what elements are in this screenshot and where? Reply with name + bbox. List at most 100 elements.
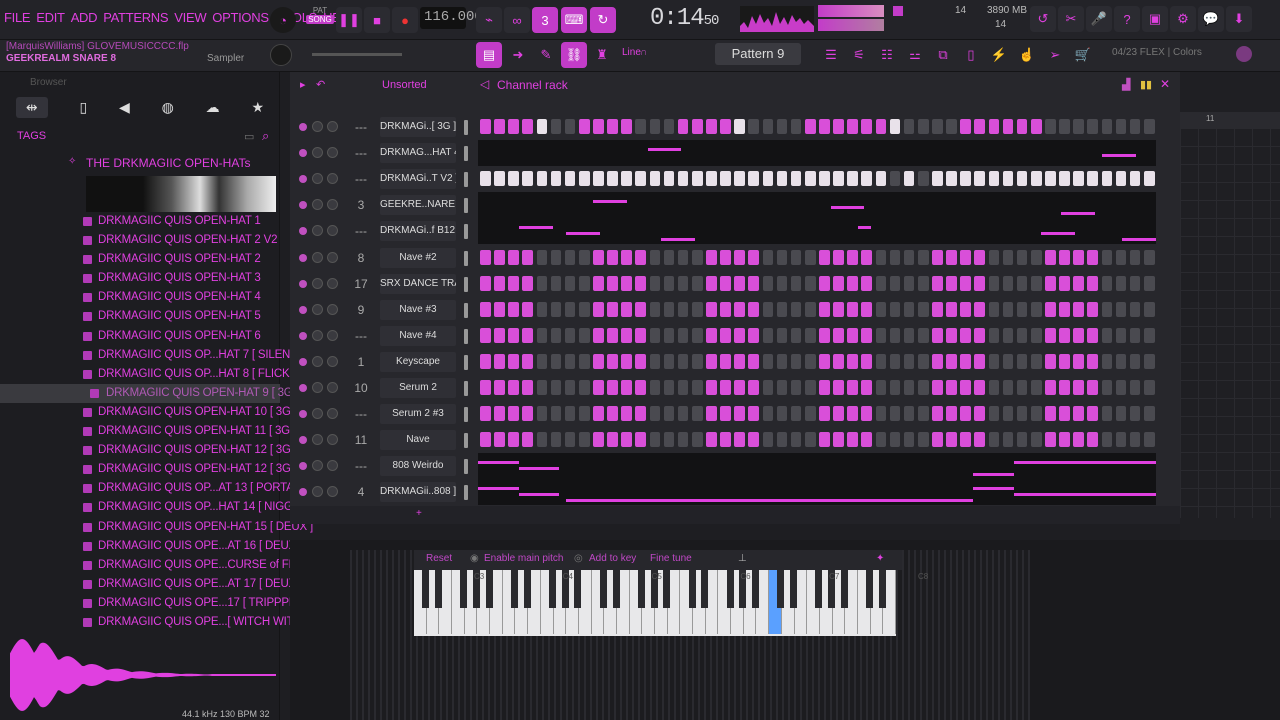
enable-main-pitch[interactable]: Enable main pitch xyxy=(484,553,564,564)
step-button[interactable] xyxy=(508,380,519,395)
step-button[interactable] xyxy=(819,171,830,187)
volume-knob[interactable] xyxy=(327,486,338,498)
black-key[interactable] xyxy=(511,570,519,608)
step-button[interactable] xyxy=(974,432,985,448)
channel-name-button[interactable]: DRKMAGi..f B12 ] xyxy=(380,221,456,242)
step-button[interactable] xyxy=(508,171,519,187)
step-button[interactable] xyxy=(1016,380,1028,395)
microphone-icon[interactable]: 🎤 xyxy=(1086,6,1112,32)
step-button[interactable] xyxy=(1101,249,1113,265)
step-button[interactable] xyxy=(1016,327,1028,343)
step-button[interactable] xyxy=(550,171,562,187)
step-button[interactable] xyxy=(578,353,590,369)
step-button[interactable] xyxy=(649,406,661,422)
step-button[interactable] xyxy=(578,249,590,265)
step-button[interactable] xyxy=(988,171,1000,187)
browser-file-item[interactable]: DRKMAGIIC QUIS OPEN-HAT 11 [ 3G V3 ] xyxy=(80,422,313,441)
step-button[interactable] xyxy=(635,406,646,422)
step-button[interactable] xyxy=(522,301,533,317)
mixer-track[interactable]: 4 xyxy=(348,479,374,505)
settings-icon[interactable]: ⚙ xyxy=(1170,6,1196,32)
step-button[interactable] xyxy=(762,327,774,343)
step-button[interactable] xyxy=(960,327,971,343)
step-button[interactable] xyxy=(607,353,618,369)
download-icon[interactable]: ⬇ xyxy=(1226,6,1252,32)
step-button[interactable] xyxy=(734,327,745,343)
step-button[interactable] xyxy=(932,327,943,343)
step-button[interactable] xyxy=(593,353,604,369)
channel-select[interactable] xyxy=(464,302,468,318)
step-button[interactable] xyxy=(1016,249,1028,265)
step-button[interactable] xyxy=(946,353,957,369)
browser-file-item[interactable]: DRKMAGIIC QUIS OPEN-HAT 1 xyxy=(80,212,280,231)
step-button[interactable] xyxy=(946,301,957,317)
step-button[interactable] xyxy=(494,432,505,448)
step-button[interactable] xyxy=(762,249,774,265)
black-key[interactable] xyxy=(701,570,709,608)
step-button[interactable] xyxy=(508,119,519,134)
mixer-icon[interactable]: ☷ xyxy=(874,42,900,68)
step-button[interactable] xyxy=(776,406,788,422)
step-button[interactable] xyxy=(1115,406,1127,422)
step-button[interactable] xyxy=(1129,275,1141,291)
step-button[interactable] xyxy=(677,432,689,448)
step-button[interactable] xyxy=(494,380,505,395)
step-button[interactable] xyxy=(748,432,759,448)
channel-led[interactable] xyxy=(299,305,307,314)
step-button[interactable] xyxy=(691,301,703,317)
channel-select[interactable] xyxy=(464,407,468,423)
file-icon[interactable]: ▯ xyxy=(958,42,984,68)
step-edit-icon[interactable]: ⌨ xyxy=(561,7,587,33)
step-button[interactable] xyxy=(1087,353,1098,369)
mini-piano-roll[interactable] xyxy=(478,479,1156,506)
step-button[interactable] xyxy=(819,301,830,317)
close-icon[interactable]: ✕ xyxy=(1160,77,1170,91)
step-button[interactable] xyxy=(564,380,576,395)
volume-knob[interactable] xyxy=(327,147,338,159)
step-button[interactable] xyxy=(804,171,816,187)
step-button[interactable] xyxy=(974,275,985,291)
tempo-display[interactable]: 116.000 xyxy=(420,7,483,29)
step-button[interactable] xyxy=(734,432,745,448)
step-button[interactable] xyxy=(974,301,985,317)
step-button[interactable] xyxy=(1087,301,1098,317)
black-key[interactable] xyxy=(574,570,582,608)
step-button[interactable] xyxy=(706,119,717,134)
channel-name-button[interactable]: DRKMAG...HAT 4 xyxy=(380,143,456,164)
step-button[interactable] xyxy=(663,327,675,343)
pan-knob[interactable] xyxy=(312,486,323,498)
step-button[interactable] xyxy=(833,301,844,317)
step-button[interactable] xyxy=(861,301,872,317)
step-button[interactable] xyxy=(946,327,957,343)
step-button[interactable] xyxy=(903,327,915,343)
mixer-track[interactable]: --- xyxy=(348,166,374,192)
step-button[interactable] xyxy=(1059,275,1070,291)
snap-selector[interactable]: Line xyxy=(622,47,641,58)
browser-file-item[interactable]: DRKMAGIIC QUIS OPEN-HAT 10 [ 3G V2 ] xyxy=(80,403,314,422)
step-button[interactable] xyxy=(607,275,618,291)
step-button[interactable] xyxy=(663,119,675,134)
volume-knob[interactable] xyxy=(327,303,338,315)
step-button[interactable] xyxy=(1129,119,1141,134)
step-button[interactable] xyxy=(974,353,985,369)
step-button[interactable] xyxy=(635,432,646,448)
step-button[interactable] xyxy=(988,353,1000,369)
step-button[interactable] xyxy=(1045,380,1056,395)
step-button[interactable] xyxy=(790,249,802,265)
step-button[interactable] xyxy=(819,406,830,422)
step-button[interactable] xyxy=(480,380,491,395)
browser-file-item[interactable]: DRKMAGIIC QUIS OPEN-HAT 12 [ 3G V5 ] xyxy=(80,460,314,479)
step-button[interactable] xyxy=(917,171,929,187)
faders-icon[interactable]: ⚍ xyxy=(902,42,928,68)
channel-select[interactable] xyxy=(464,198,468,214)
mixer-track[interactable]: 1 xyxy=(348,349,374,375)
step-button[interactable] xyxy=(889,275,901,291)
step-button[interactable] xyxy=(960,249,971,265)
volume-knob[interactable] xyxy=(327,355,338,367)
step-button[interactable] xyxy=(1002,353,1014,369)
black-key[interactable] xyxy=(460,570,468,608)
step-button[interactable] xyxy=(1073,432,1084,448)
mixer-track[interactable]: --- xyxy=(348,453,374,479)
step-button[interactable] xyxy=(480,327,491,343)
step-button[interactable] xyxy=(1129,353,1141,369)
